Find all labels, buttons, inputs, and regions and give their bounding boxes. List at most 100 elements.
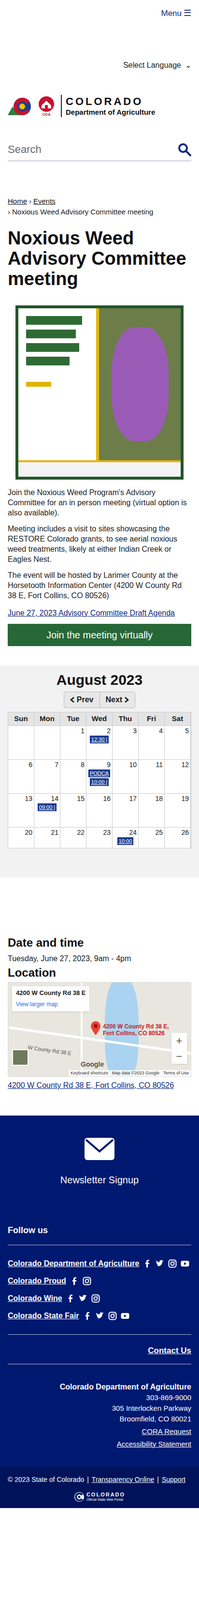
calendar-day[interactable]: 13 xyxy=(8,792,35,826)
calendar-day[interactable]: 15 xyxy=(60,792,87,826)
calendar-event[interactable]: 12:30 | xyxy=(89,734,109,742)
main-content: Home › Events › Noxious Weed Advisory Co… xyxy=(0,195,199,645)
calendar-day[interactable]: 21 xyxy=(34,825,61,848)
day-number: 17 xyxy=(128,793,137,801)
day-number: 23 xyxy=(102,826,111,835)
calendar-day[interactable]: 23 xyxy=(86,825,113,848)
calendar-day[interactable]: 18 xyxy=(138,792,165,826)
zoom-out-button[interactable]: − xyxy=(171,1046,187,1062)
envelope-icon xyxy=(84,1131,115,1162)
map[interactable]: 4200 W County Rd 38 E View larger map W … xyxy=(7,980,192,1075)
contact-link[interactable]: Contact Us xyxy=(147,1341,192,1355)
calendar-event[interactable]: 10:00 | xyxy=(89,776,109,785)
calendar-day[interactable]: 4 xyxy=(138,724,165,758)
breadcrumb-link[interactable]: Events xyxy=(33,195,56,207)
calendar-week: 2021 22 232410:002526 xyxy=(8,825,191,848)
next-button[interactable]: Next xyxy=(99,690,136,707)
social-row: Colorado State Fair xyxy=(7,1307,192,1320)
cora-link[interactable]: CORA Request xyxy=(141,1423,192,1435)
calendar-day[interactable]: 17 xyxy=(112,792,139,826)
twitter-icon[interactable] xyxy=(95,1308,105,1318)
menu-button[interactable]: Menu ☰ xyxy=(160,6,192,20)
social-row: Colorado Proud xyxy=(7,1272,192,1285)
breadcrumb-separator: › xyxy=(7,206,11,217)
map-terms[interactable]: Terms of Use xyxy=(163,1067,189,1075)
zoom-in-button[interactable]: + xyxy=(171,1030,187,1047)
twitter-icon[interactable] xyxy=(155,1256,165,1266)
map-shortcuts[interactable]: Keyboard shortcuts xyxy=(70,1067,109,1075)
facebook-icon[interactable] xyxy=(142,1256,152,1266)
day-number: 6 xyxy=(28,759,33,768)
join-button[interactable]: Join the meeting virtually xyxy=(7,622,192,645)
instagram-icon[interactable] xyxy=(91,1291,100,1301)
day-number: 13 xyxy=(24,793,33,801)
calendar-day[interactable]: 11 xyxy=(138,758,165,792)
facebook-icon[interactable] xyxy=(83,1308,92,1318)
support-link[interactable]: Support xyxy=(161,1471,186,1482)
day-number: 22 xyxy=(76,826,85,835)
calendar-day[interactable]: 6 xyxy=(8,758,35,792)
youtube-icon[interactable] xyxy=(180,1256,190,1266)
calendar-day[interactable]: 12 xyxy=(164,758,191,792)
logo-department: Department of Agriculture xyxy=(65,107,156,117)
separator: | xyxy=(156,1471,159,1482)
calendar-day[interactable]: 3 xyxy=(112,724,139,758)
transparency-link[interactable]: Transparency Online xyxy=(91,1471,155,1482)
facebook-icon[interactable] xyxy=(66,1291,75,1301)
breadcrumb-link[interactable]: Home xyxy=(7,195,28,207)
calendar-day[interactable]: 16 xyxy=(86,792,113,826)
newsletter-link[interactable]: Newsletter Signup xyxy=(7,1131,192,1185)
calendar-day[interactable]: 8 xyxy=(60,758,87,792)
language-select[interactable]: Select Language ⌄ xyxy=(123,59,192,72)
calendar-day[interactable]: 22 xyxy=(60,825,87,848)
day-number: 16 xyxy=(102,793,111,801)
logo-name: COLORADO xyxy=(65,95,156,108)
calendar-event[interactable]: PODCA xyxy=(88,767,111,776)
agenda-link[interactable]: June 27, 2023 Advisory Committee Draft A… xyxy=(7,606,192,618)
site-logo[interactable]: CDA COLORADO Department of Agriculture xyxy=(7,92,192,120)
map-thumbnail[interactable] xyxy=(12,1047,29,1064)
map-place-card: 4200 W County Rd 38 E View larger map xyxy=(12,984,90,1010)
calendar-day[interactable] xyxy=(8,724,35,758)
instagram-icon[interactable] xyxy=(108,1308,117,1318)
calendar-day[interactable]: 7 xyxy=(34,758,61,792)
calendar-day[interactable]: 20 xyxy=(8,825,35,848)
social-row: Colorado Wine xyxy=(7,1290,192,1302)
twitter-icon[interactable] xyxy=(78,1291,88,1301)
day-number: 8 xyxy=(80,759,85,768)
footer-city: Broomfield, CO 80021 xyxy=(119,1410,192,1422)
breadcrumb: Home › Events › Noxious Weed Advisory Co… xyxy=(7,195,192,217)
prev-button[interactable]: Prev xyxy=(64,690,100,707)
calendar-day[interactable]: 2410:00 xyxy=(112,825,139,848)
search-icon[interactable] xyxy=(177,142,192,157)
portal-logo[interactable]: COLORADO Official State Web Portal xyxy=(7,1488,192,1500)
social-link[interactable]: Colorado Department of Agriculture xyxy=(7,1255,140,1267)
calendar-day[interactable]: 26 xyxy=(164,825,191,848)
accessibility-link[interactable]: Accessibility Statement xyxy=(116,1435,192,1447)
calendar-day[interactable]: 1 xyxy=(60,724,87,758)
calendar-day[interactable]: 5 xyxy=(164,724,191,758)
calendar-day[interactable]: 1409:00 | xyxy=(34,792,61,826)
calendar-day[interactable]: 10 xyxy=(112,758,139,792)
chevron-icon: ⌄ xyxy=(184,59,192,72)
calendar-day[interactable]: 9PODCA10:00 | xyxy=(86,758,113,792)
address-link[interactable]: 4200 W County Rd 38 E, Fort Collins, CO … xyxy=(7,1077,192,1090)
facebook-icon[interactable] xyxy=(70,1274,79,1283)
search-input[interactable] xyxy=(7,141,178,157)
day-number: 20 xyxy=(24,826,33,835)
calendar-day[interactable]: 19 xyxy=(164,792,191,826)
instagram-icon[interactable] xyxy=(82,1274,92,1283)
social-link[interactable]: Colorado Wine xyxy=(7,1290,63,1302)
calendar-month: August 2023 xyxy=(7,669,192,688)
calendar-event[interactable]: 10:00 xyxy=(117,835,134,844)
social-link[interactable]: Colorado State Fair xyxy=(7,1307,80,1320)
map-larger-link[interactable]: View larger map xyxy=(15,998,58,1006)
portal-sub: Official State Web Portal xyxy=(86,1494,124,1499)
instagram-icon[interactable] xyxy=(168,1256,177,1266)
calendar-event[interactable]: 09:00 | xyxy=(37,801,57,810)
calendar-day[interactable]: 25 xyxy=(138,825,165,848)
calendar-day[interactable]: 212:30 | xyxy=(86,724,113,758)
calendar-day[interactable] xyxy=(34,724,61,758)
youtube-icon[interactable] xyxy=(120,1308,130,1318)
social-link[interactable]: Colorado Proud xyxy=(7,1272,67,1285)
